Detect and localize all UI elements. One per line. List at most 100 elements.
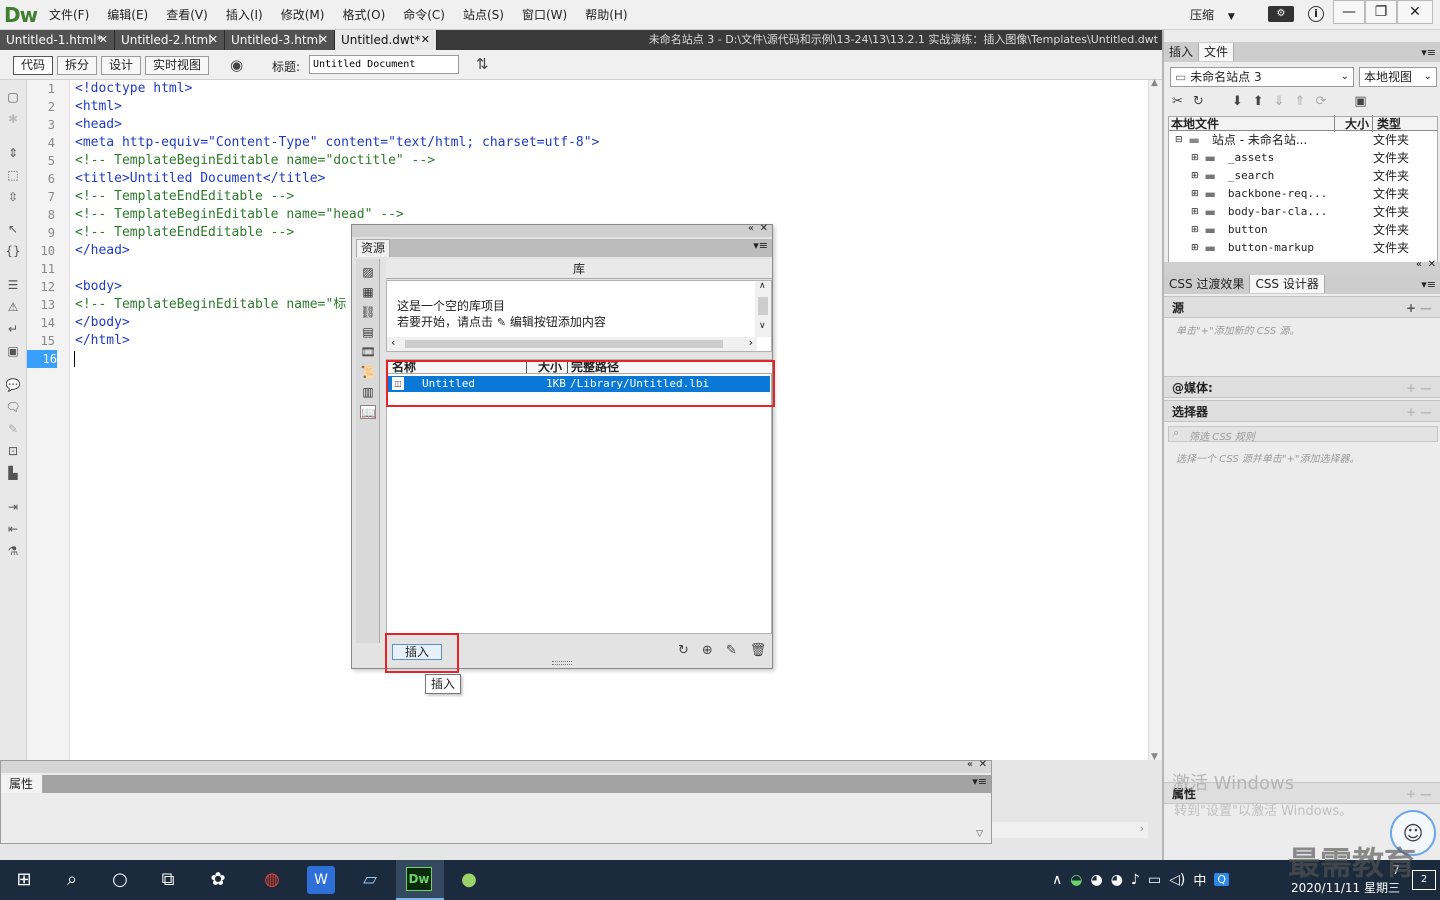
tab-css-transitions[interactable]: CSS 过渡效果 — [1164, 275, 1251, 293]
menu-commands[interactable]: 命令(C) — [394, 0, 454, 30]
code-line[interactable]: <!-- TemplateBeginEditable name="doctitl… — [75, 152, 435, 170]
close-icon[interactable]: ✕ — [1428, 259, 1436, 270]
scroll-up-icon[interactable]: ▲ — [1151, 78, 1158, 88]
expand-icon[interactable]: ⊞ — [1191, 167, 1199, 185]
document-title-input[interactable] — [309, 55, 459, 74]
tab-assets[interactable]: 资源 — [356, 239, 390, 257]
media-category-icon[interactable]: ▤ — [360, 325, 376, 339]
balance-braces-icon[interactable]: {} — [5, 244, 21, 258]
network-icon[interactable]: ▭ — [1148, 872, 1161, 888]
scripts-category-icon[interactable]: 📜 — [360, 365, 376, 379]
code-line[interactable]: </body> — [75, 314, 130, 332]
tree-root[interactable]: ⊟ ▬ 站点 - 未命名站... 文件夹 — [1169, 131, 1437, 149]
expand-icon[interactable]: ⊞ — [1191, 203, 1199, 221]
code-view-button[interactable]: 代码 — [13, 56, 54, 75]
refresh-icon[interactable]: ↻ — [1193, 94, 1204, 109]
disconnect-icon[interactable]: ✂ — [1172, 94, 1183, 109]
library-category-icon[interactable]: 📖 — [360, 405, 376, 420]
new-library-item-icon[interactable]: ⊕ — [702, 643, 713, 658]
tree-folder[interactable]: ⊞ ▬ _assets 文件夹 — [1169, 149, 1437, 167]
chrome-icon[interactable]: ◍ — [258, 866, 286, 894]
code-line[interactable]: <!doctype html> — [75, 80, 192, 98]
tab-untitled-3[interactable]: Untitled-3.html ✕ — [225, 30, 335, 50]
volume-icon[interactable]: ◁) — [1169, 872, 1185, 888]
expand-icon[interactable]: ⊞ — [1191, 149, 1199, 167]
scroll-left-icon[interactable]: ‹ — [391, 336, 395, 349]
panel-menu-icon[interactable]: ▾≡ — [1421, 278, 1436, 291]
site-select[interactable]: ▭ 未命名站点 3 ⌄ — [1170, 67, 1354, 87]
workspace-switcher[interactable]: 压缩 ▼ — [1190, 0, 1235, 30]
assets-panel-titlebar[interactable]: « ✕ — [352, 223, 772, 237]
css-media-header[interactable]: @媒体: + — — [1164, 376, 1440, 398]
close-window-button[interactable]: ✕ — [1397, 0, 1433, 24]
melon-app-icon[interactable]: ● — [455, 866, 483, 894]
scroll-up-icon[interactable]: ∧ — [759, 281, 766, 291]
collapse-selection-icon[interactable]: ⬚ — [5, 168, 21, 182]
scroll-right-icon[interactable]: › — [1140, 822, 1144, 835]
add-source-icon[interactable]: + — [1406, 297, 1416, 319]
menu-modify[interactable]: 修改(M) — [272, 0, 334, 30]
remove-comment-icon[interactable]: 🗨 — [5, 400, 21, 414]
preview-globe-icon[interactable]: ◉ — [230, 56, 243, 74]
editor-vertical-scrollbar[interactable]: ▲ ▼ — [1148, 78, 1162, 762]
collapse-icon[interactable]: « — [1416, 259, 1422, 270]
menu-file[interactable]: 文件(F) — [40, 0, 98, 30]
collapse-tag-icon[interactable]: ⇕ — [5, 146, 21, 160]
trash-icon[interactable]: 🗑 — [750, 643, 767, 658]
panel-menu-icon[interactable]: ▾≡ — [972, 775, 987, 788]
search-icon[interactable]: ⌕ — [58, 866, 86, 894]
video-category-icon[interactable]: 🎞 — [360, 345, 376, 359]
remove-selector-icon[interactable]: — — [1420, 401, 1432, 423]
wps-writer-icon[interactable]: W — [307, 866, 335, 894]
menu-window[interactable]: 窗口(W) — [513, 0, 576, 30]
tree-folder[interactable]: ⊞ ▬ _search 文件夹 — [1169, 167, 1437, 185]
scroll-down-icon[interactable]: ∨ — [759, 321, 766, 331]
synchronize-icon[interactable]: ⟳ — [1315, 94, 1326, 109]
code-line[interactable]: <!-- TemplateEndEditable --> — [75, 188, 294, 206]
images-category-icon[interactable]: ▨ — [360, 265, 376, 279]
split-view-button[interactable]: 拆分 — [57, 56, 98, 75]
show-code-navigator-icon[interactable]: ✱ — [5, 112, 21, 126]
notepad-icon[interactable]: ▱ — [356, 866, 384, 894]
check-in-icon[interactable]: ⇑ — [1295, 94, 1306, 109]
menu-view[interactable]: 查看(V) — [157, 0, 217, 30]
file-management-icon[interactable]: ⇅ — [476, 55, 489, 73]
expand-view-icon[interactable]: ▣ — [1354, 94, 1366, 109]
add-media-icon[interactable]: + — [1406, 377, 1416, 399]
menu-insert[interactable]: 插入(I) — [217, 0, 272, 30]
check-out-icon[interactable]: ⇓ — [1274, 94, 1285, 109]
design-view-button[interactable]: 设计 — [101, 56, 142, 75]
scroll-thumb[interactable] — [758, 297, 768, 315]
css-selectors-header[interactable]: 选择器 + — — [1164, 400, 1440, 422]
tab-insert[interactable]: 插入 — [1164, 43, 1200, 61]
info-icon[interactable]: i — [1308, 6, 1324, 22]
q-app-icon[interactable]: Q — [1214, 873, 1229, 886]
format-source-icon[interactable]: ⚗ — [5, 544, 21, 558]
qq-icon[interactable]: ◕ — [1090, 872, 1102, 888]
word-wrap-icon[interactable]: ↵ — [5, 322, 21, 336]
menu-site[interactable]: 站点(S) — [454, 0, 513, 30]
code-line[interactable]: <!-- TemplateEndEditable --> — [75, 224, 294, 242]
tab-files[interactable]: 文件 — [1199, 43, 1235, 61]
refresh-icon[interactable]: ↻ — [678, 643, 689, 658]
close-icon[interactable]: ✕ — [760, 223, 768, 234]
tab-untitled-2[interactable]: Untitled-2.html ✕ — [115, 30, 225, 50]
panel-menu-icon[interactable]: ▾≡ — [753, 239, 768, 252]
code-line[interactable]: <html> — [75, 98, 122, 116]
remove-property-icon[interactable]: — — [1420, 783, 1432, 805]
qq-icon[interactable]: ◕ — [1111, 872, 1123, 888]
properties-panel-titlebar[interactable]: « ✕ — [1, 759, 991, 773]
tab-untitled-1[interactable]: Untitled-1.html* ✕ — [0, 30, 115, 50]
ime-indicator[interactable]: 中 — [1193, 870, 1206, 889]
tree-folder[interactable]: ⊞ ▬ body-bar-cla... 文件夹 — [1169, 203, 1437, 221]
add-selector-icon[interactable]: + — [1406, 401, 1416, 423]
edit-icon[interactable]: ✎ — [726, 643, 737, 658]
outdent-code-icon[interactable]: ⇤ — [5, 522, 21, 536]
line-numbers-icon[interactable]: ☰ — [5, 278, 21, 292]
tab-untitled-dwt[interactable]: Untitled.dwt* ✕ — [335, 30, 437, 50]
menu-help[interactable]: 帮助(H) — [576, 0, 636, 30]
colors-category-icon[interactable]: ▦ — [360, 285, 376, 299]
editor-horizontal-scrollbar[interactable]: › — [992, 822, 1148, 838]
open-documents-icon[interactable]: ▢ — [5, 90, 21, 104]
tab-css-designer[interactable]: CSS 设计器 — [1250, 275, 1325, 293]
